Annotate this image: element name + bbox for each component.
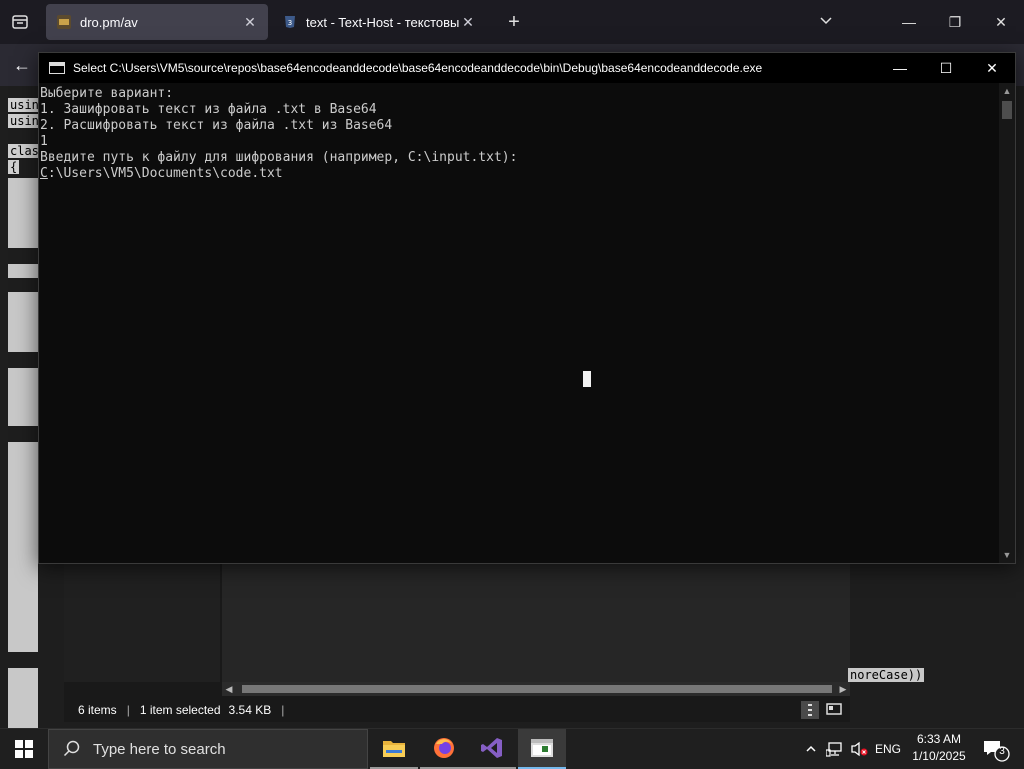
scroll-down-icon[interactable]: ▼: [999, 547, 1015, 563]
tab-label: text - Text-Host - текстовый хо: [306, 14, 460, 30]
console-line: Введите путь к файлу для шифрования (нап…: [40, 150, 518, 165]
console-input-text: :\Users\VM5\Documents\code.txt: [47, 166, 283, 181]
site-favicon-icon: 3: [282, 14, 298, 30]
console-window[interactable]: Select C:\Users\VM5\source\repos\base64e…: [38, 52, 1016, 564]
tab-text-host[interactable]: 3 text - Text-Host - текстовый хо ✕: [272, 4, 486, 40]
scroll-up-icon[interactable]: ▲: [999, 83, 1015, 99]
horizontal-scrollbar[interactable]: ◀ ▶: [222, 682, 850, 696]
close-tab-icon[interactable]: ✕: [460, 14, 476, 31]
scroll-thumb[interactable]: [1002, 101, 1012, 119]
editor-strip: [8, 442, 38, 652]
explorer-status-bar: 6 items | 1 item selected 3.54 KB |: [64, 698, 850, 722]
site-favicon-icon: [56, 14, 72, 30]
scroll-right-icon[interactable]: ▶: [836, 682, 850, 696]
chevron-down-icon[interactable]: [812, 10, 840, 34]
tab-dro-pm[interactable]: dro.pm/av ✕: [46, 4, 268, 40]
firefox-icon[interactable]: [420, 729, 468, 769]
clock-time: 6:33 AM: [916, 732, 962, 746]
tiles-view-icon[interactable]: [824, 700, 844, 720]
console-input-line[interactable]: C:\Users\VM5\Documents\code.txt: [40, 166, 999, 182]
code-fragment: noreCase)): [848, 668, 925, 682]
console-vertical-scrollbar[interactable]: ▲ ▼: [999, 83, 1015, 563]
code-fragment: usin: [8, 114, 41, 128]
text-caret: C: [40, 166, 48, 181]
search-placeholder: Type here to search: [93, 740, 226, 758]
details-view-icon[interactable]: [800, 700, 820, 720]
file-explorer-icon[interactable]: [370, 729, 418, 769]
console-line: Выберите вариант:: [40, 86, 174, 101]
background-scrollbar: [1016, 564, 1024, 728]
selection-count: 1 item selected: [139, 703, 221, 717]
console-line: 1: [40, 134, 48, 149]
search-icon: [63, 740, 81, 758]
file-list-pane: [222, 562, 850, 682]
maximize-icon[interactable]: ☐: [923, 53, 969, 83]
language-indicator[interactable]: ENG: [872, 729, 904, 769]
item-count: 6 items: [78, 703, 117, 717]
arrow-left-icon[interactable]: ←: [8, 52, 36, 78]
clock-date: 1/10/2025: [912, 749, 966, 763]
code-fragment: usin: [8, 98, 41, 112]
close-icon[interactable]: ✕: [969, 53, 1015, 83]
visual-studio-icon[interactable]: [468, 729, 516, 769]
windows-start-icon[interactable]: [0, 729, 48, 769]
tab-manager-icon[interactable]: [8, 10, 32, 34]
mouse-cursor-block: [583, 371, 591, 387]
plus-icon[interactable]: +: [500, 10, 528, 34]
close-icon[interactable]: ✕: [978, 0, 1024, 44]
chevron-up-icon[interactable]: [800, 729, 822, 769]
editor-strip: [8, 668, 38, 728]
console-line: 1. Зашифровать текст из файла .txt в Bas…: [40, 102, 377, 117]
code-fragment: clas: [8, 144, 41, 158]
taskbar-clock[interactable]: 6:33 AM 1/10/2025: [904, 731, 974, 767]
tab-label: dro.pm/av: [80, 14, 138, 30]
scroll-left-icon[interactable]: ◀: [222, 682, 236, 696]
console-title-bar[interactable]: Select C:\Users\VM5\source\repos\base64e…: [39, 53, 1015, 83]
minimize-icon[interactable]: —: [877, 53, 923, 83]
console-line: 2. Расшифровать текст из файла .txt из B…: [40, 118, 393, 133]
editor-strip: [8, 368, 38, 426]
file-explorer-window: ◀ ▶ 6 items | 1 item selected 3.54 KB |: [64, 562, 850, 722]
console-app-icon[interactable]: [518, 729, 566, 769]
notification-count: 3: [999, 746, 1005, 757]
svg-text:3: 3: [288, 19, 292, 27]
volume-muted-icon[interactable]: [848, 729, 870, 769]
windows-taskbar: Type here to search ENG 6:33 AM 1/10/202…: [0, 728, 1024, 769]
browser-tab-bar: dro.pm/av ✕ 3 text - Text-Host - текстов…: [0, 0, 1024, 44]
selection-size: 3.54 KB: [228, 703, 272, 717]
network-icon[interactable]: [824, 729, 846, 769]
editor-strip: [8, 178, 38, 248]
scroll-thumb[interactable]: [242, 685, 832, 693]
minimize-icon[interactable]: —: [886, 0, 932, 44]
editor-strip: [8, 292, 38, 352]
navigation-pane: [64, 562, 220, 682]
status-separator: |: [126, 703, 130, 717]
status-separator: |: [281, 703, 285, 717]
console-title: Select C:\Users\VM5\source\repos\base64e…: [73, 61, 763, 75]
console-output[interactable]: Выберите вариант: 1. Зашифровать текст и…: [39, 83, 999, 563]
restore-icon[interactable]: ❐: [932, 0, 978, 44]
notification-center-icon[interactable]: 3: [978, 735, 1012, 763]
close-tab-icon[interactable]: ✕: [242, 14, 258, 31]
console-app-icon: [49, 62, 65, 74]
taskbar-search[interactable]: Type here to search: [48, 729, 368, 769]
code-fragment: {: [8, 160, 20, 174]
editor-strip: [8, 264, 38, 278]
